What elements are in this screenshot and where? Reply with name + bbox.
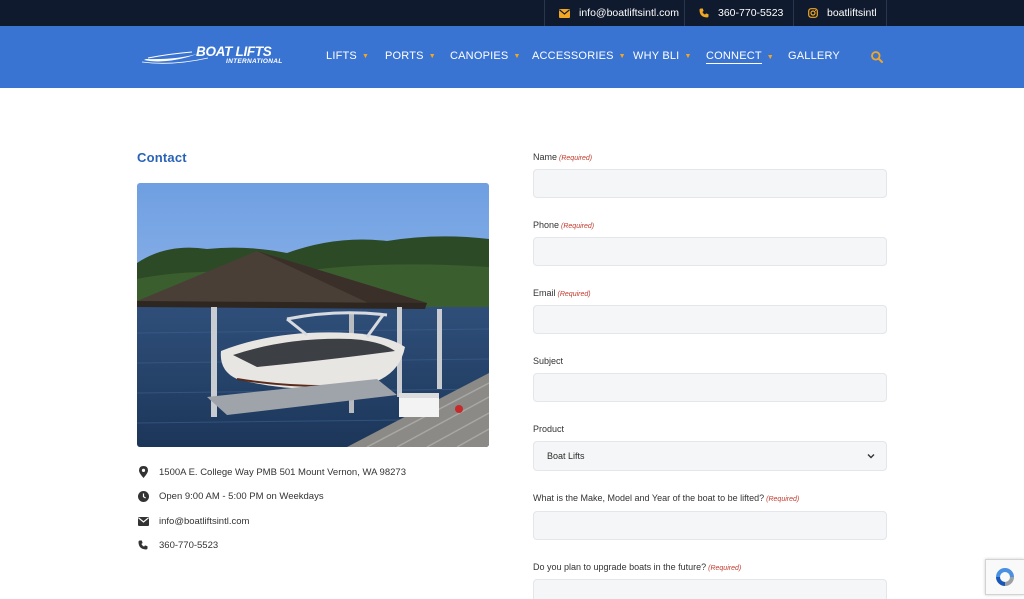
topbar-email-text: info@boatliftsintl.com <box>579 7 679 19</box>
nav-item-why-bli[interactable]: WHY BLI ▼ <box>633 50 692 62</box>
boat-details-label-text: What is the Make, Model and Year of the … <box>533 493 765 503</box>
nav-label: WHY BLI <box>633 50 680 62</box>
upgrade-field[interactable] <box>533 579 887 599</box>
contact-email-text: info@boatliftsintl.com <box>159 515 250 527</box>
map-pin-icon <box>137 466 149 478</box>
upgrade-label: Do you plan to upgrade boats in the futu… <box>533 562 741 572</box>
topbar-phone-link[interactable]: 360-770-5523 <box>684 0 793 26</box>
phone-label: Phone (Required) <box>533 220 594 230</box>
nav-item-lifts[interactable]: LIFTS ▼ <box>326 50 369 62</box>
name-field[interactable] <box>533 169 887 198</box>
required-marker: (Required) <box>766 496 800 503</box>
search-icon[interactable] <box>870 50 884 64</box>
caret-down-icon: ▼ <box>428 52 436 60</box>
nav-item-connect[interactable]: CONNECT ▼ <box>706 50 774 64</box>
nav-item-accessories[interactable]: ACCESSORIES ▼ <box>532 50 626 62</box>
logo-sub-text: INTERNATIONAL <box>226 58 283 65</box>
page-title: Contact <box>137 150 187 165</box>
phone-label-text: Phone <box>533 220 560 230</box>
product-label-text: Product <box>533 424 565 434</box>
email-field[interactable] <box>533 305 887 334</box>
site-logo[interactable]: BOAT LIFTS INTERNATIONAL <box>142 44 300 72</box>
topbar-instagram-link[interactable]: boatliftsintl <box>793 0 887 26</box>
upgrade-label-text: Do you plan to upgrade boats in the futu… <box>533 562 707 572</box>
nav-item-canopies[interactable]: CANOPIES ▼ <box>450 50 521 62</box>
clock-icon <box>137 490 149 502</box>
caret-down-icon: ▼ <box>684 52 692 60</box>
nav-label: CANOPIES <box>450 50 509 62</box>
nav-label: CONNECT <box>706 50 762 64</box>
boat-details-label: What is the Make, Model and Year of the … <box>533 493 799 503</box>
caret-down-icon: ▼ <box>766 53 774 61</box>
envelope-icon <box>137 515 149 527</box>
subject-label-text: Subject <box>533 356 564 366</box>
name-label: Name (Required) <box>533 152 592 162</box>
contact-hours-text: Open 9:00 AM - 5:00 PM on Weekdays <box>159 490 324 502</box>
chevron-down-icon <box>867 452 875 461</box>
phone-field[interactable] <box>533 237 887 266</box>
product-label: Product <box>533 424 564 434</box>
phone-icon <box>137 539 149 551</box>
top-bar: info@boatliftsintl.com 360-770-5523 boat… <box>0 0 1024 26</box>
subject-label: Subject <box>533 356 563 366</box>
caret-down-icon: ▼ <box>361 52 370 60</box>
required-marker: (Required) <box>708 565 742 572</box>
contact-phone-text: 360-770-5523 <box>159 539 219 551</box>
email-label-text: Email <box>533 288 556 298</box>
nav-label: ACCESSORIES <box>532 50 614 62</box>
name-label-text: Name <box>533 152 558 162</box>
required-marker: (Required) <box>559 155 593 162</box>
topbar-phone-text: 360-770-5523 <box>718 7 784 19</box>
nav-label: LIFTS <box>326 50 357 62</box>
recaptcha-badge[interactable] <box>985 559 1024 595</box>
caret-down-icon: ▼ <box>513 52 521 60</box>
required-marker: (Required) <box>557 291 591 298</box>
product-select-value: Boat Lifts <box>547 451 585 461</box>
nav-item-gallery[interactable]: GALLERY <box>788 50 840 62</box>
envelope-icon <box>559 8 570 18</box>
boat-details-field[interactable] <box>533 511 887 540</box>
required-marker: (Required) <box>561 223 595 230</box>
instagram-icon <box>808 8 818 18</box>
email-label: Email (Required) <box>533 288 591 298</box>
boat-lift-photo <box>137 183 489 447</box>
contact-phone[interactable]: 360-770-5523 <box>137 539 218 551</box>
contact-email[interactable]: info@boatliftsintl.com <box>137 515 249 527</box>
product-select[interactable]: Boat Lifts <box>533 441 887 471</box>
caret-down-icon: ▼ <box>618 52 626 60</box>
topbar-instagram-text: boatliftsintl <box>827 7 877 19</box>
contact-hours: Open 9:00 AM - 5:00 PM on Weekdays <box>137 490 324 502</box>
phone-icon <box>699 8 709 18</box>
nav-label: PORTS <box>385 50 424 62</box>
topbar-email-link[interactable]: info@boatliftsintl.com <box>544 0 684 26</box>
contact-address: 1500A E. College Way PMB 501 Mount Verno… <box>137 466 406 478</box>
nav-label: GALLERY <box>788 50 840 62</box>
recaptcha-icon <box>996 568 1014 586</box>
contact-address-text: 1500A E. College Way PMB 501 Mount Verno… <box>159 466 406 478</box>
logo-brand-text: BOAT LIFTS <box>196 44 272 59</box>
subject-field[interactable] <box>533 373 887 402</box>
nav-item-ports[interactable]: PORTS ▼ <box>385 50 436 62</box>
